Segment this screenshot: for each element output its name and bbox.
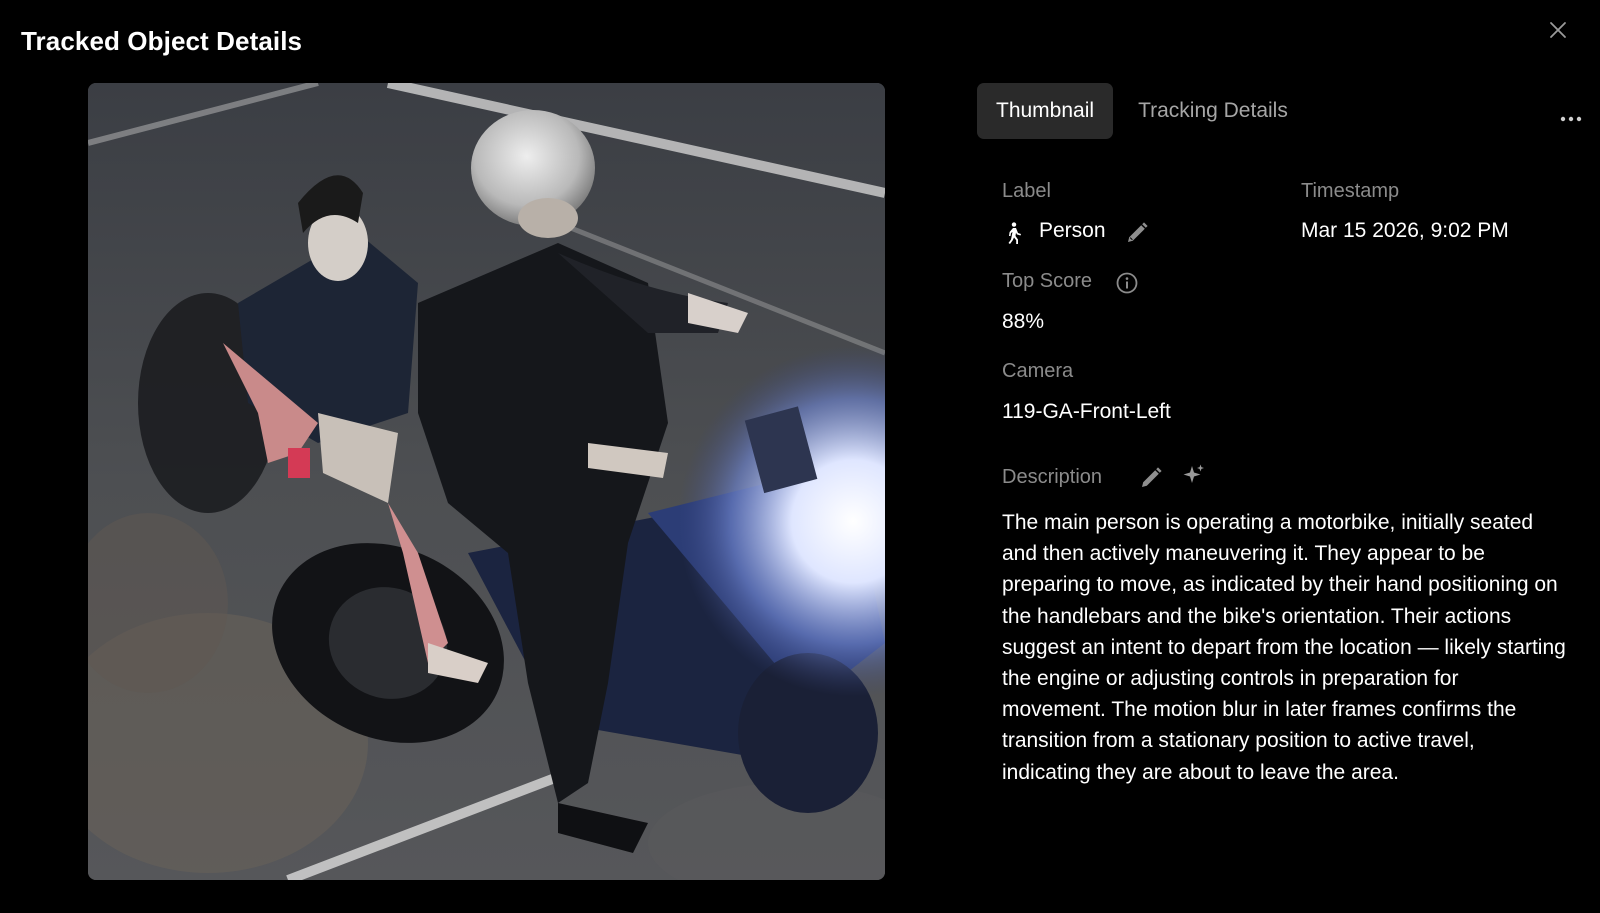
person-walking-icon [1002,221,1026,245]
timestamp-heading: Timestamp [1301,180,1400,202]
more-options-button[interactable] [1558,104,1584,130]
top-score-heading: Top Score [1002,270,1093,292]
description-text: The main person is operating a motorbike… [1002,511,1566,784]
edit-label-button[interactable] [1125,221,1149,245]
tab-tracking-details[interactable]: Tracking Details [1119,83,1307,139]
timestamp-value: Mar 15 2026, 9:02 PM [1301,219,1509,242]
label-value: Person [1039,219,1106,242]
tab-thumbnail[interactable]: Thumbnail [977,83,1114,139]
close-icon [1550,22,1566,38]
more-horizontal-icon [1560,116,1582,122]
object-thumbnail [88,83,885,880]
sparkles-icon [1183,464,1204,483]
close-button[interactable] [1546,18,1570,42]
thumbnail-image [88,83,885,880]
tracked-object-dialog: Tracked Object Details Thumbnail Trackin… [0,0,1600,913]
top-score-value: 88% [1002,310,1045,333]
pencil-icon [1128,222,1148,242]
regenerate-description-button[interactable] [1182,463,1206,487]
camera-heading: Camera [1002,360,1074,382]
camera-value: 119-GA-Front-Left [1002,400,1171,423]
info-icon [1116,272,1138,294]
top-score-info-button[interactable] [1115,271,1139,295]
dialog-title: Tracked Object Details [21,26,303,56]
edit-description-button[interactable] [1139,466,1163,490]
detail-tabs: Thumbnail Tracking Details [977,83,1307,139]
pencil-icon [1142,467,1162,487]
description-heading: Description [1002,466,1103,488]
label-heading: Label [1002,180,1051,202]
